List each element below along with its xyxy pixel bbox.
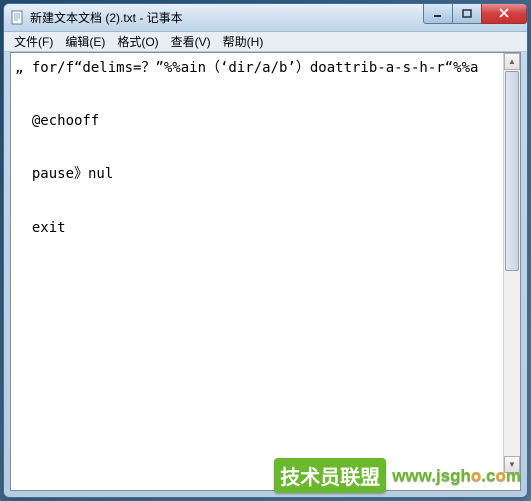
titlebar[interactable]: 新建文本文档 (2).txt - 记事本	[4, 4, 527, 32]
menu-format[interactable]: 格式(O)	[111, 31, 164, 52]
minimize-button[interactable]	[423, 4, 453, 24]
notepad-icon	[10, 10, 26, 26]
vertical-scrollbar[interactable]: ▲ ▼	[503, 53, 520, 473]
scroll-up-button[interactable]: ▲	[504, 53, 520, 70]
notepad-window: 新建文本文档 (2).txt - 记事本 文件(F) 编辑(E) 格式(O) 查…	[3, 3, 528, 498]
menu-file[interactable]: 文件(F)	[8, 31, 59, 52]
maximize-button[interactable]	[452, 4, 482, 24]
scroll-thumb[interactable]	[505, 71, 519, 271]
menu-help[interactable]: 帮助(H)	[217, 31, 270, 52]
window-controls	[424, 4, 527, 24]
menu-view[interactable]: 查看(V)	[165, 31, 217, 52]
scroll-down-button[interactable]: ▼	[504, 456, 520, 473]
menubar: 文件(F) 编辑(E) 格式(O) 查看(V) 帮助(H)	[4, 32, 527, 52]
editor-container: ▲ ▼	[10, 52, 521, 491]
window-title: 新建文本文档 (2).txt - 记事本	[30, 9, 183, 26]
close-button[interactable]	[481, 4, 527, 24]
text-editor[interactable]	[11, 53, 520, 490]
menu-edit[interactable]: 编辑(E)	[59, 31, 111, 52]
